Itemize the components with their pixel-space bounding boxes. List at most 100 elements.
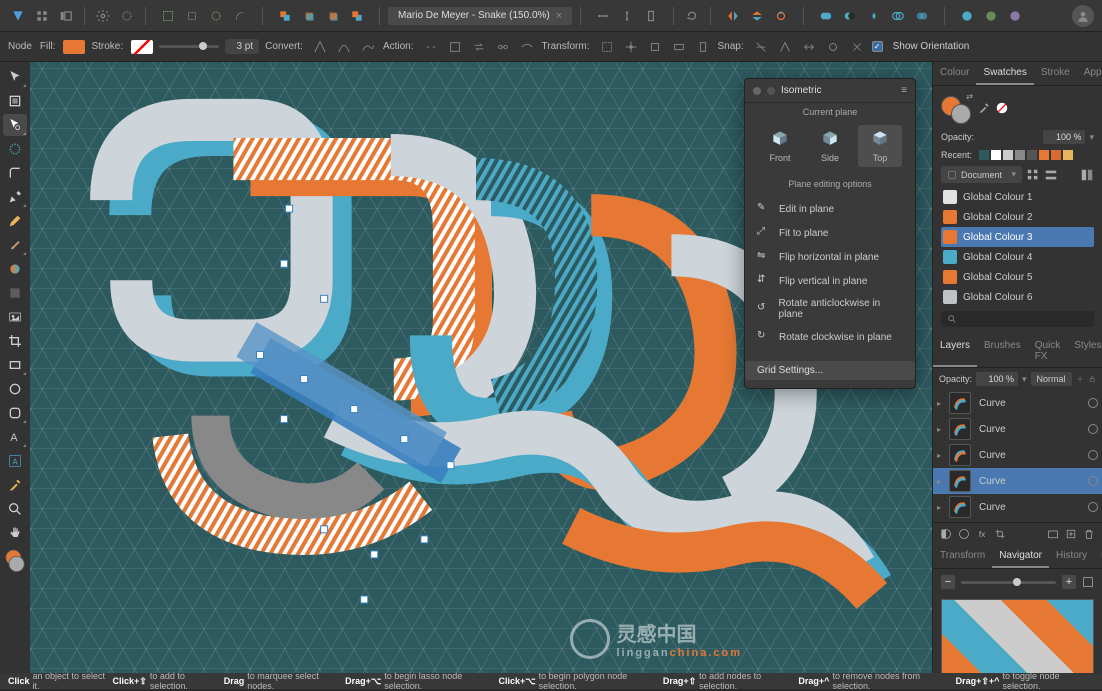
panel-icon[interactable] (56, 6, 76, 26)
layer-crop-icon[interactable] (993, 527, 1007, 541)
close-tab-icon[interactable]: × (556, 10, 562, 22)
layer-adjust-icon[interactable] (957, 527, 971, 541)
eyedropper-tool[interactable] (3, 474, 27, 496)
layer-visibility-icon[interactable] (1088, 476, 1098, 486)
swatch-search[interactable] (941, 311, 1094, 327)
document-tab[interactable]: Mario De Meyer - Snake (150.0%) × (388, 7, 572, 25)
distribute-h-icon[interactable] (593, 6, 613, 26)
layer-group-icon[interactable] (1046, 527, 1060, 541)
flip-h-icon[interactable] (723, 6, 743, 26)
transform-origin-icon[interactable] (622, 38, 640, 56)
eyedropper-icon[interactable] (977, 101, 991, 118)
iso-menu-icon[interactable]: ≡ (901, 85, 907, 96)
arrange-back-icon[interactable] (275, 6, 295, 26)
iso-action-3[interactable]: ⇵Flip vertical in plane (745, 269, 915, 293)
opacity-chevron-icon[interactable]: ▾ (1089, 132, 1094, 143)
layer-expand-icon[interactable]: ▸ (937, 477, 945, 486)
tab-transform[interactable]: Transform (933, 545, 992, 568)
layer-visibility-icon[interactable] (1088, 424, 1098, 434)
action-close-icon[interactable] (446, 38, 464, 56)
layer-visibility-icon[interactable] (1088, 502, 1098, 512)
tab-navigator[interactable]: Navigator (992, 545, 1049, 568)
crop-tool[interactable] (3, 330, 27, 352)
layer-expand-icon[interactable]: ▸ (937, 425, 945, 434)
tab-swatches[interactable]: Swatches (976, 62, 1033, 85)
tab-history[interactable]: History (1049, 545, 1094, 568)
action-smooth-icon[interactable] (518, 38, 536, 56)
plane-side-button[interactable]: Side (808, 125, 852, 167)
snap-b-icon[interactable] (776, 38, 794, 56)
contour-tool[interactable] (3, 138, 27, 160)
color-selector[interactable]: ⇄ (941, 94, 971, 124)
layer-lock-icon[interactable] (1088, 373, 1096, 385)
layer-add-icon[interactable] (1064, 527, 1078, 541)
tab-quick-fx[interactable]: Quick FX (1028, 335, 1068, 367)
color-circles-tool[interactable] (3, 546, 27, 574)
layer-expand-icon[interactable]: ▸ (937, 451, 945, 460)
user-avatar-icon[interactable] (1072, 5, 1094, 27)
recent-swatch[interactable] (979, 150, 989, 160)
arrange-front-icon[interactable] (347, 6, 367, 26)
stroke-swatch[interactable] (131, 40, 153, 54)
iso-action-4[interactable]: ↺Rotate anticlockwise in plane (745, 293, 915, 325)
zoom-tool[interactable] (3, 498, 27, 520)
tab-colour[interactable]: Colour (933, 62, 976, 85)
iso-action-5[interactable]: ↻Rotate clockwise in plane (745, 325, 915, 349)
opacity-field[interactable] (1043, 130, 1085, 144)
persona-1-icon[interactable] (957, 6, 977, 26)
persona-3-icon[interactable] (1005, 6, 1025, 26)
iso-action-0[interactable]: ✎Edit in plane (745, 197, 915, 221)
transform-b-icon[interactable] (670, 38, 688, 56)
align-4-icon[interactable] (230, 6, 250, 26)
navigator-preview[interactable] (941, 599, 1094, 681)
plane-top-button[interactable]: Top (858, 125, 902, 167)
bool-div-icon[interactable] (912, 6, 932, 26)
layer-row[interactable]: ▸ Curve (933, 442, 1102, 468)
layer-row[interactable]: ▸ Curve (933, 468, 1102, 494)
action-break-icon[interactable] (422, 38, 440, 56)
tab-layers[interactable]: Layers (933, 335, 977, 367)
panel-menu-icon[interactable]: ≡ (1094, 545, 1102, 568)
swatch-item[interactable]: Global Colour 5 (941, 267, 1094, 287)
recent-swatch[interactable] (1015, 150, 1025, 160)
arrange-up-icon[interactable] (323, 6, 343, 26)
layer-row[interactable]: ▸ Curve (933, 494, 1102, 520)
transform-c-icon[interactable] (694, 38, 712, 56)
recent-swatch[interactable] (1063, 150, 1073, 160)
app-logo-icon[interactable] (8, 6, 28, 26)
swatch-item[interactable]: Global Colour 6 (941, 287, 1094, 307)
flip-v-icon[interactable] (747, 6, 767, 26)
layer-row[interactable]: ▸ Curve (933, 416, 1102, 442)
vector-icon[interactable] (771, 6, 791, 26)
stroke-width-field[interactable]: 3 pt (225, 39, 259, 54)
orientation-checkbox[interactable]: ✓ (872, 41, 883, 52)
grid-settings-button[interactable]: Grid Settings... (745, 361, 915, 380)
recent-swatch[interactable] (1003, 150, 1013, 160)
pen-tool[interactable] (3, 186, 27, 208)
swatch-item[interactable]: Global Colour 2 (941, 207, 1094, 227)
transparency-tool[interactable] (3, 282, 27, 304)
persona-2-icon[interactable] (981, 6, 1001, 26)
zoom-out-button[interactable]: − (941, 575, 955, 589)
layer-mask-icon[interactable] (939, 527, 953, 541)
ellipse-tool[interactable] (3, 378, 27, 400)
bool-sub-icon[interactable] (840, 6, 860, 26)
bool-xor-icon[interactable] (888, 6, 908, 26)
recent-swatch[interactable] (1051, 150, 1061, 160)
align-center-icon[interactable] (641, 6, 661, 26)
align-1-icon[interactable] (158, 6, 178, 26)
settings-icon[interactable] (93, 6, 113, 26)
tab-styles[interactable]: Styles (1067, 335, 1102, 367)
gear-icon[interactable] (117, 6, 137, 26)
swatch-view3-icon[interactable] (1062, 168, 1076, 182)
tab-brushes[interactable]: Brushes (977, 335, 1028, 367)
layer-row[interactable]: ▸ Curve (933, 390, 1102, 416)
panel-pin-icon[interactable] (767, 87, 775, 95)
brush-tool[interactable] (3, 234, 27, 256)
rectangle-tool[interactable] (3, 354, 27, 376)
layer-expand-icon[interactable]: ▸ (937, 503, 945, 512)
corner-tool[interactable] (3, 162, 27, 184)
swatch-view4-icon[interactable] (1080, 168, 1094, 182)
blend-mode-select[interactable]: Normal (1031, 372, 1072, 386)
swatch-view2-icon[interactable] (1044, 168, 1058, 182)
